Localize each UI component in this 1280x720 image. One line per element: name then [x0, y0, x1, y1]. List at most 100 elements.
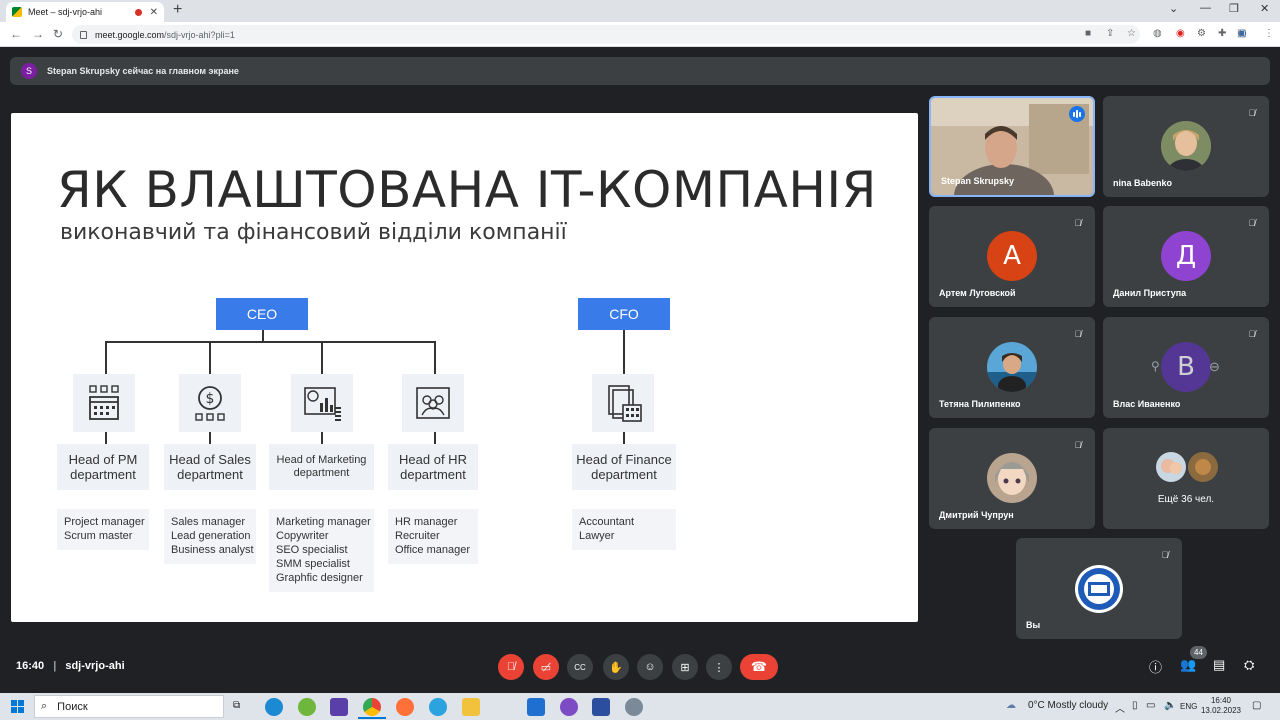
role-item: Copywriter	[276, 530, 329, 542]
mail-app-icon[interactable]	[527, 698, 545, 716]
camera-permission-icon[interactable]: ■	[1085, 28, 1091, 39]
share-icon[interactable]: ⇪	[1106, 28, 1114, 39]
save-app-icon[interactable]	[330, 698, 348, 716]
weather-icon[interactable]: ☁	[1006, 700, 1016, 711]
restore-button[interactable]: ❐	[1229, 2, 1239, 15]
language-indicator[interactable]: ENG	[1180, 702, 1197, 711]
calculator-icon	[608, 385, 642, 422]
participants-icon[interactable]: 👥	[1180, 657, 1196, 673]
meeting-code: sdj-vrjo-ahi	[65, 660, 125, 672]
weather-text[interactable]: 0°C Mostly cloudy	[1028, 700, 1108, 711]
mic-toggle-button[interactable]: 🎙̸	[498, 654, 524, 680]
pm-roles-box: Project manager Scrum master	[57, 509, 149, 550]
back-icon[interactable]: ←	[10, 27, 22, 41]
participant-photo	[1161, 121, 1211, 171]
more-participants-tile[interactable]: Ещё 36 чел.	[1103, 428, 1269, 529]
leave-call-button[interactable]: ☎	[740, 654, 778, 680]
browser-tab[interactable]: Meet – sdj-vrjo-ahi ✕	[6, 2, 164, 22]
present-button[interactable]: ⊞	[672, 654, 698, 680]
clock-time: 16:40	[1210, 696, 1232, 705]
meeting-info-icon[interactable]: ⓘ	[1149, 657, 1162, 676]
taskbar-search-box[interactable]: ⌕ Поиск	[34, 695, 224, 718]
misc-app-icon[interactable]	[625, 698, 643, 716]
browser-tabbar: Meet – sdj-vrjo-ahi ✕ + ⌄ — ❐ ✕	[0, 0, 1280, 22]
recording-indicator-icon	[134, 8, 142, 16]
participant-tile[interactable]: 🎙̸ В ⚲ ⊖ Влас Иваненко	[1103, 317, 1269, 418]
network-icon[interactable]: ▯	[1132, 700, 1138, 711]
tab-search-icon[interactable]: ⌄	[1169, 2, 1178, 15]
more-options-button[interactable]: ⋮	[706, 654, 732, 680]
bookmark-star-icon[interactable]: ☆	[1127, 28, 1136, 39]
opera-extension-icon[interactable]: ◉	[1176, 28, 1185, 39]
head-of-finance-box: Head of Finance department	[572, 444, 676, 490]
profile-avatar-icon[interactable]: ◎	[1238, 28, 1247, 39]
dept-connector	[209, 341, 211, 374]
search-placeholder: Поиск	[57, 700, 88, 713]
tab-close-icon[interactable]: ✕	[150, 7, 158, 18]
role-item: Business analyst	[171, 544, 254, 556]
telegram-app-icon[interactable]	[429, 698, 447, 716]
chart-icon	[304, 387, 341, 421]
activities-icon[interactable]: ⛭	[1244, 657, 1254, 673]
forward-icon[interactable]: →	[32, 27, 44, 41]
participant-tile[interactable]: 🎙̸ А Артем Луговской	[929, 206, 1095, 307]
chrome-app-icon[interactable]	[363, 698, 381, 716]
participant-tile[interactable]: 🎙̸ nina Babenko	[1103, 96, 1269, 197]
menu-kebab-icon[interactable]: ⋮	[1264, 28, 1274, 39]
url-path: /sdj-vrjo-ahi?pli=1	[164, 29, 235, 40]
battery-icon[interactable]: ▭	[1146, 700, 1155, 711]
sales-roles-box: Sales manager Lead generation Business a…	[164, 509, 256, 564]
participant-name: Тетяна Пилипенко	[939, 399, 1021, 409]
close-window-button[interactable]: ✕	[1260, 2, 1269, 15]
head-line: department	[70, 467, 136, 482]
address-bar: ← → ↻ meet.google.com /sdj-vrjo-ahi?pli=…	[0, 22, 1280, 47]
taskbar-clock[interactable]: 16:40 13.02.2023	[1200, 696, 1242, 716]
participant-name: Вы	[1026, 620, 1041, 630]
volume-icon[interactable]: 🔈	[1164, 700, 1176, 711]
tray-chevron-icon[interactable]: ︿	[1115, 700, 1125, 715]
participant-tile[interactable]: 🎙̸ Тетяна Пилипенко	[929, 317, 1095, 418]
settings-gear-icon[interactable]: ⚙	[1197, 28, 1206, 39]
task-view-icon[interactable]: ⧉	[233, 700, 240, 711]
head-line: department	[400, 467, 466, 482]
self-tile[interactable]: 🎙̸ Вы	[1016, 538, 1182, 639]
cfo-connector	[623, 330, 625, 374]
role-item: SEO specialist	[276, 544, 348, 556]
head-line: department	[591, 467, 657, 482]
utorrent-app-icon[interactable]	[298, 698, 316, 716]
reload-icon[interactable]: ↻	[53, 27, 63, 41]
extensions-puzzle-icon[interactable]: ✚	[1218, 28, 1226, 39]
participant-avatar: Д	[1161, 231, 1211, 281]
minimize-button[interactable]: —	[1200, 2, 1211, 14]
calendar-app-icon[interactable]	[592, 698, 610, 716]
notifications-icon[interactable]: ▢	[1252, 700, 1261, 711]
head-line: department	[177, 467, 243, 482]
chat-icon[interactable]: ▤	[1213, 657, 1225, 673]
camera-toggle-button[interactable]: ▭̸	[533, 654, 559, 680]
vpn-icon[interactable]: ◍	[1153, 28, 1162, 39]
windows-start-icon[interactable]	[11, 700, 24, 713]
role-item: HR manager	[395, 516, 458, 528]
edge-app-icon[interactable]	[265, 698, 283, 716]
meet-favicon-icon	[12, 7, 22, 17]
remove-icon[interactable]: ⊖	[1209, 359, 1220, 375]
dept-connector	[321, 341, 323, 374]
participant-name: Дмитрий Чупрун	[939, 510, 1014, 520]
pin-icon[interactable]: ⚲	[1151, 359, 1160, 373]
omnibox[interactable]: meet.google.com /sdj-vrjo-ahi?pli=1	[72, 25, 1140, 44]
reactions-button[interactable]: ☺	[637, 654, 663, 680]
meeting-time: 16:40	[16, 660, 45, 672]
raise-hand-button[interactable]: ✋	[603, 654, 629, 680]
viber-app-icon[interactable]	[560, 698, 578, 716]
head-line: Head of Finance	[576, 452, 672, 467]
explorer-app-icon[interactable]	[462, 698, 480, 716]
participant-tile[interactable]: Stepan Skrupsky	[929, 96, 1095, 197]
hr-roles-box: HR manager Recruiter Office manager	[388, 509, 478, 564]
role-item: Marketing manager	[276, 516, 371, 528]
new-tab-button[interactable]: +	[173, 1, 182, 19]
firefox-app-icon[interactable]	[396, 698, 414, 716]
mic-off-icon: 🎙̸	[1161, 550, 1169, 560]
participant-tile[interactable]: 🎙̸ Д Данил Приступа	[1103, 206, 1269, 307]
captions-button[interactable]: CC	[567, 654, 593, 680]
participant-tile[interactable]: 🎙̸ Дмитрий Чупрун	[929, 428, 1095, 529]
